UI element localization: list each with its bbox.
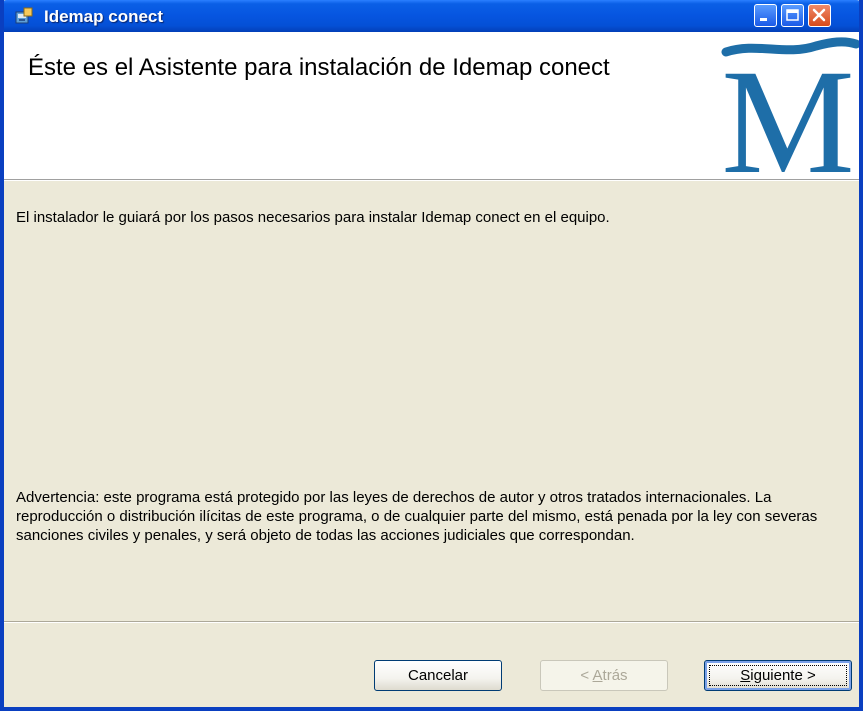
maximize-button[interactable] — [781, 4, 804, 27]
footer-separator-highlight — [4, 622, 859, 623]
close-button[interactable] — [808, 4, 831, 27]
installer-app-icon — [15, 7, 33, 24]
header-separator — [4, 180, 859, 181]
title-bar[interactable]: Idemap conect — [4, 0, 859, 32]
wizard-title: Éste es el Asistente para instalación de… — [28, 54, 610, 81]
intro-text: El instalador le guiará por los pasos ne… — [16, 209, 610, 226]
back-button-label: trás — [602, 667, 628, 684]
logo-letter: M — [721, 39, 854, 176]
minimize-button[interactable] — [754, 4, 777, 27]
wizard-header: Éste es el Asistente para instalación de… — [4, 32, 859, 180]
next-button[interactable]: Siguiente > — [704, 660, 852, 691]
minimize-icon — [760, 18, 767, 21]
close-icon — [812, 8, 826, 22]
idemap-logo: M — [721, 37, 859, 176]
back-button-accesskey: A — [592, 667, 603, 684]
maximize-icon — [786, 9, 799, 21]
back-button[interactable]: < Atrás — [540, 660, 668, 691]
window-title: Idemap conect — [44, 7, 164, 26]
copyright-warning: Advertencia: este programa está protegid… — [16, 489, 818, 544]
cancel-button[interactable]: Cancelar — [374, 660, 502, 691]
installer-window: Idemap conect Éste es el Asistente para … — [0, 0, 863, 711]
back-button-prefix: < — [580, 667, 593, 684]
focus-rectangle — [709, 665, 847, 686]
